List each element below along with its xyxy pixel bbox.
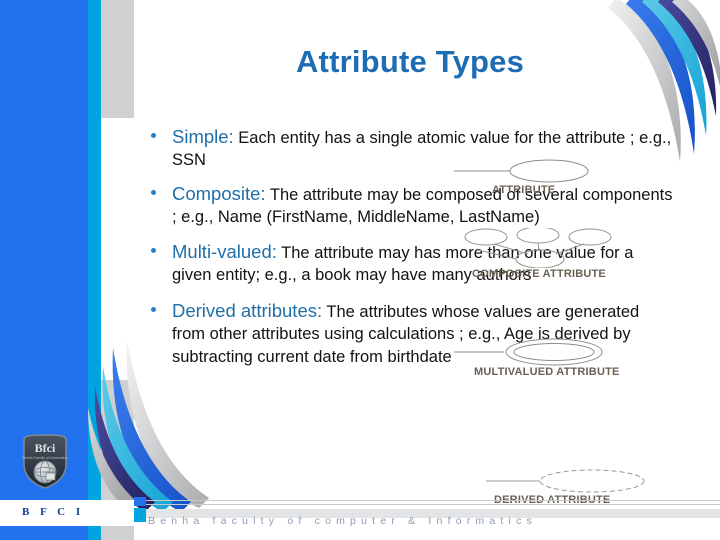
svg-text:Benha Faculty of Informatics: Benha Faculty of Informatics xyxy=(22,456,68,460)
bfci-shield-logo-icon: Bfci Benha Faculty of Informatics xyxy=(22,434,68,489)
footer-divider xyxy=(134,500,720,507)
list-item: Composite: The attribute may be composed… xyxy=(140,181,675,229)
bullet-dot-icon xyxy=(151,133,156,138)
bullet-keyword: Multi-valued: xyxy=(172,240,277,262)
left-band-notch xyxy=(101,118,134,380)
bullet-keyword: Composite: xyxy=(172,182,266,204)
footer-tick-cyan xyxy=(134,508,146,522)
bullet-keyword: Derived attributes: xyxy=(172,299,323,321)
footer-tick-blue xyxy=(134,497,146,506)
slide-canvas: Attribute Types Simple: Each entity has … xyxy=(0,0,720,540)
slide-title: Attribute Types xyxy=(295,44,525,79)
bullet-list: Simple: Each entity has a single atomic … xyxy=(140,124,675,368)
list-item: Simple: Each entity has a single atomic … xyxy=(140,124,675,172)
bullet-dot-icon xyxy=(151,247,156,253)
list-item: Derived attributes: The attributes whose… xyxy=(140,298,675,368)
bullet-keyword: Simple: xyxy=(172,126,234,147)
bullet-dot-icon xyxy=(151,189,156,195)
svg-text:Bfci: Bfci xyxy=(35,441,56,455)
logo-text: B F C I xyxy=(22,506,85,518)
bullet-dot-icon xyxy=(151,306,156,312)
list-item: Multi-valued: The attribute may has more… xyxy=(140,239,675,287)
bullet-text: Each entity has a single atomic value fo… xyxy=(172,129,672,170)
footer-text: Benha faculty of computer & Informatics xyxy=(148,515,537,527)
left-cyan-band xyxy=(88,0,101,540)
